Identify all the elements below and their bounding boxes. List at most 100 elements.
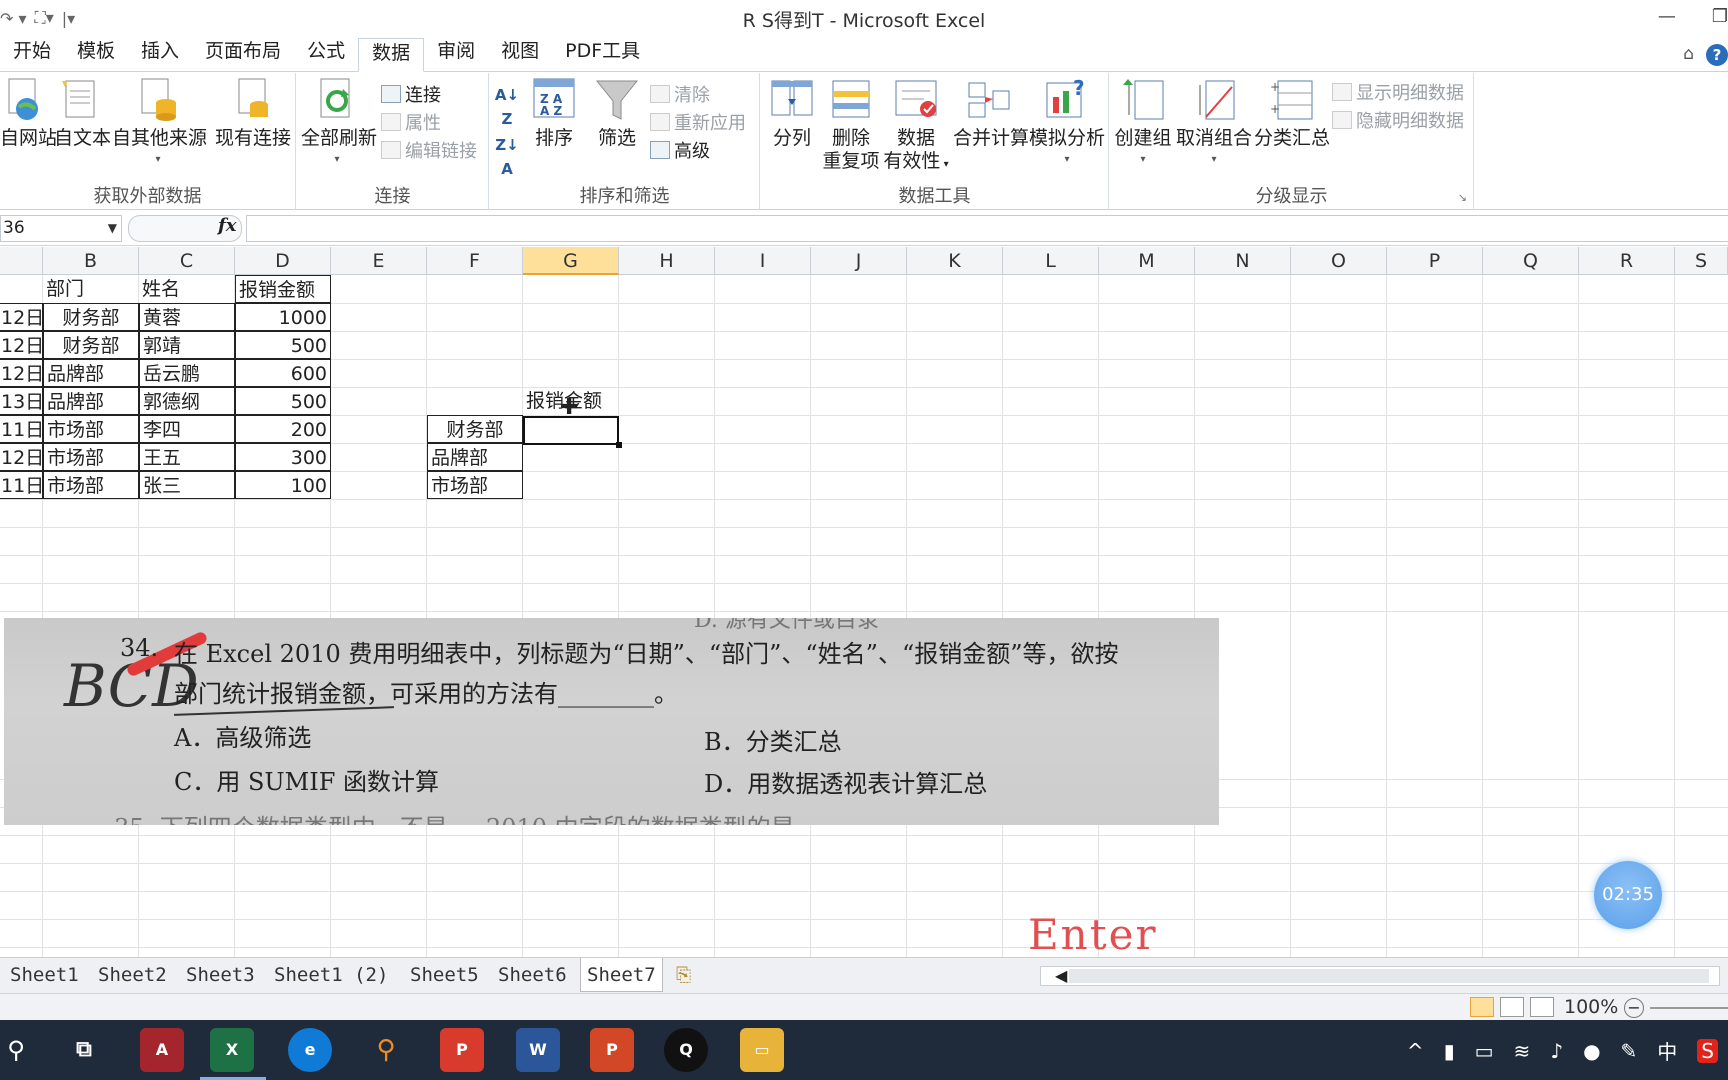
cell-f6[interactable]: 财务部 <box>427 415 523 443</box>
column-header-d[interactable]: D <box>235 247 331 275</box>
from-other-sources-button[interactable]: 自其他来源 ▾ <box>112 77 207 171</box>
search-icon[interactable]: ⚲ <box>0 1028 38 1072</box>
cell-c5[interactable]: 郭德纲 <box>139 387 235 415</box>
what-if-analysis-button[interactable]: ? 模拟分析 ▾ <box>1029 76 1105 171</box>
tab-formulas[interactable]: 公式 <box>294 37 358 71</box>
cell-d6[interactable]: 200 <box>235 415 331 443</box>
consolidate-button[interactable]: 合并计算 <box>953 77 1029 150</box>
column-header-h[interactable]: H <box>619 247 715 275</box>
cell-c1[interactable]: 姓名 <box>139 275 235 303</box>
sheet-tab-sheet1[interactable]: Sheet1 <box>10 958 79 992</box>
cell-f8[interactable]: 市场部 <box>427 471 523 499</box>
column-header-q[interactable]: Q <box>1483 247 1579 275</box>
cell-d3[interactable]: 500 <box>235 331 331 359</box>
cell-b2[interactable]: 财务部 <box>43 303 139 331</box>
column-header-f[interactable]: F <box>427 247 523 275</box>
powerpoint-app-icon[interactable]: P <box>590 1028 634 1072</box>
insert-function-button[interactable]: fx <box>218 215 236 236</box>
cell-f7[interactable]: 品牌部 <box>427 443 523 471</box>
chevron-up-icon[interactable]: ^ <box>1407 1039 1424 1063</box>
chevron-down-icon[interactable]: ▼ <box>108 216 117 241</box>
data-validation-button[interactable]: 数据 有效性 ▾ <box>883 77 949 176</box>
pdf-app-icon[interactable]: P <box>440 1028 484 1072</box>
cell-b8[interactable]: 市场部 <box>43 471 139 499</box>
cell-b6[interactable]: 市场部 <box>43 415 139 443</box>
help-icon[interactable]: ? <box>1706 44 1728 66</box>
word-app-icon[interactable]: W <box>516 1028 560 1072</box>
cell-c7[interactable]: 王五 <box>139 443 235 471</box>
scrollbar-thumb[interactable] <box>1069 969 1709 983</box>
sort-asc-button[interactable]: A↓ Z <box>494 83 520 131</box>
recording-timer[interactable]: 02:35 <box>1594 861 1662 929</box>
cell-b5[interactable]: 品牌部 <box>43 387 139 415</box>
column-header-i[interactable]: I <box>715 247 811 275</box>
column-header-k[interactable]: K <box>907 247 1003 275</box>
excel-app-icon[interactable]: X <box>210 1028 254 1072</box>
column-header-o[interactable]: O <box>1291 247 1387 275</box>
tab-data[interactable]: 数据 <box>358 38 425 72</box>
column-header-s[interactable]: S <box>1675 247 1728 275</box>
show-detail-button[interactable]: 显示明细数据 <box>1332 79 1464 105</box>
cell-c2[interactable]: 黄蓉 <box>139 303 235 331</box>
tab-view[interactable]: 视图 <box>488 37 552 71</box>
task-view-icon[interactable]: ⧉ <box>62 1028 106 1072</box>
cell-b1[interactable]: 部门 <box>43 275 139 303</box>
microphone-icon[interactable]: ▮ <box>1444 1039 1455 1063</box>
cell-c6[interactable]: 李四 <box>139 415 235 443</box>
restore-icon[interactable]: ❐ <box>1712 6 1728 27</box>
cell-a5[interactable]: 13日 <box>0 387 44 415</box>
edit-links-button[interactable]: 编辑链接 <box>381 137 477 163</box>
sheet-tab-sheet3[interactable]: Sheet3 <box>186 958 255 992</box>
insert-sheet-icon[interactable]: ⎘ <box>676 958 691 992</box>
group-button[interactable]: 创建组 ▾ <box>1114 77 1172 171</box>
file-explorer-icon[interactable]: ▭ <box>740 1028 784 1072</box>
remove-duplicates-button[interactable]: 删除 重复项 <box>821 77 881 173</box>
cell-a4[interactable]: 12日 <box>0 359 44 387</box>
cell-a8[interactable]: 11日 <box>0 471 44 499</box>
sheet-tab-sheet5[interactable]: Sheet5 <box>410 958 479 992</box>
refresh-all-button[interactable]: 全部刷新 ▾ <box>301 77 377 171</box>
column-header-c[interactable]: C <box>139 247 235 275</box>
sogou-ime-icon[interactable]: S <box>1697 1038 1718 1063</box>
filter-button[interactable]: 筛选 <box>594 77 640 150</box>
sort-desc-button[interactable]: Z↓ A <box>494 133 520 181</box>
battery-icon[interactable]: ▭ <box>1475 1039 1494 1063</box>
from-web-button[interactable]: 自网站 <box>0 77 57 150</box>
zoom-slider[interactable] <box>1650 1007 1728 1009</box>
network-icon[interactable]: ● <box>1583 1039 1600 1063</box>
properties-button[interactable]: 属性 <box>381 109 441 135</box>
tab-home[interactable]: 开始 <box>0 37 64 71</box>
tab-page-layout[interactable]: 页面布局 <box>192 37 294 71</box>
column-header-g[interactable]: G <box>523 247 619 275</box>
cell-d5[interactable]: 500 <box>235 387 331 415</box>
cell-d2[interactable]: 1000 <box>235 303 331 331</box>
hide-detail-button[interactable]: 隐藏明细数据 <box>1332 107 1464 133</box>
cell-a2[interactable]: 12日 <box>0 303 44 331</box>
column-header-j[interactable]: J <box>811 247 907 275</box>
cell-b7[interactable]: 市场部 <box>43 443 139 471</box>
normal-view-button[interactable] <box>1470 997 1494 1017</box>
column-header-m[interactable]: M <box>1099 247 1195 275</box>
tab-pdf-tools[interactable]: PDF工具 <box>552 37 653 71</box>
sheet-tab-sheet2[interactable]: Sheet2 <box>98 958 167 992</box>
cell-d7[interactable]: 300 <box>235 443 331 471</box>
access-app-icon[interactable]: A <box>140 1028 184 1072</box>
pen-icon[interactable]: ✎ <box>1621 1039 1638 1063</box>
text-to-columns-button[interactable]: 分列 <box>767 77 817 150</box>
cell-d8[interactable]: 100 <box>235 471 331 499</box>
zoom-level[interactable]: 100% <box>1564 996 1618 1018</box>
from-text-button[interactable]: 自文本 <box>54 77 111 150</box>
scroll-left-icon[interactable]: ◀ <box>1055 966 1067 985</box>
column-header-r[interactable]: R <box>1579 247 1675 275</box>
page-layout-view-button[interactable] <box>1500 997 1524 1017</box>
active-cell-g6[interactable] <box>523 416 622 448</box>
wifi-icon[interactable]: ≋ <box>1514 1039 1531 1063</box>
column-header-p[interactable]: P <box>1387 247 1483 275</box>
collapse-ribbon-icon[interactable]: ⌂ <box>1683 44 1694 66</box>
minimize-icon[interactable]: — <box>1658 6 1676 27</box>
column-header-a[interactable] <box>0 247 43 275</box>
column-header-b[interactable]: B <box>43 247 139 275</box>
page-break-view-button[interactable] <box>1530 997 1554 1017</box>
cell-c8[interactable]: 张三 <box>139 471 235 499</box>
sheet-tab-sheet1-2[interactable]: Sheet1 (2) <box>274 958 388 992</box>
